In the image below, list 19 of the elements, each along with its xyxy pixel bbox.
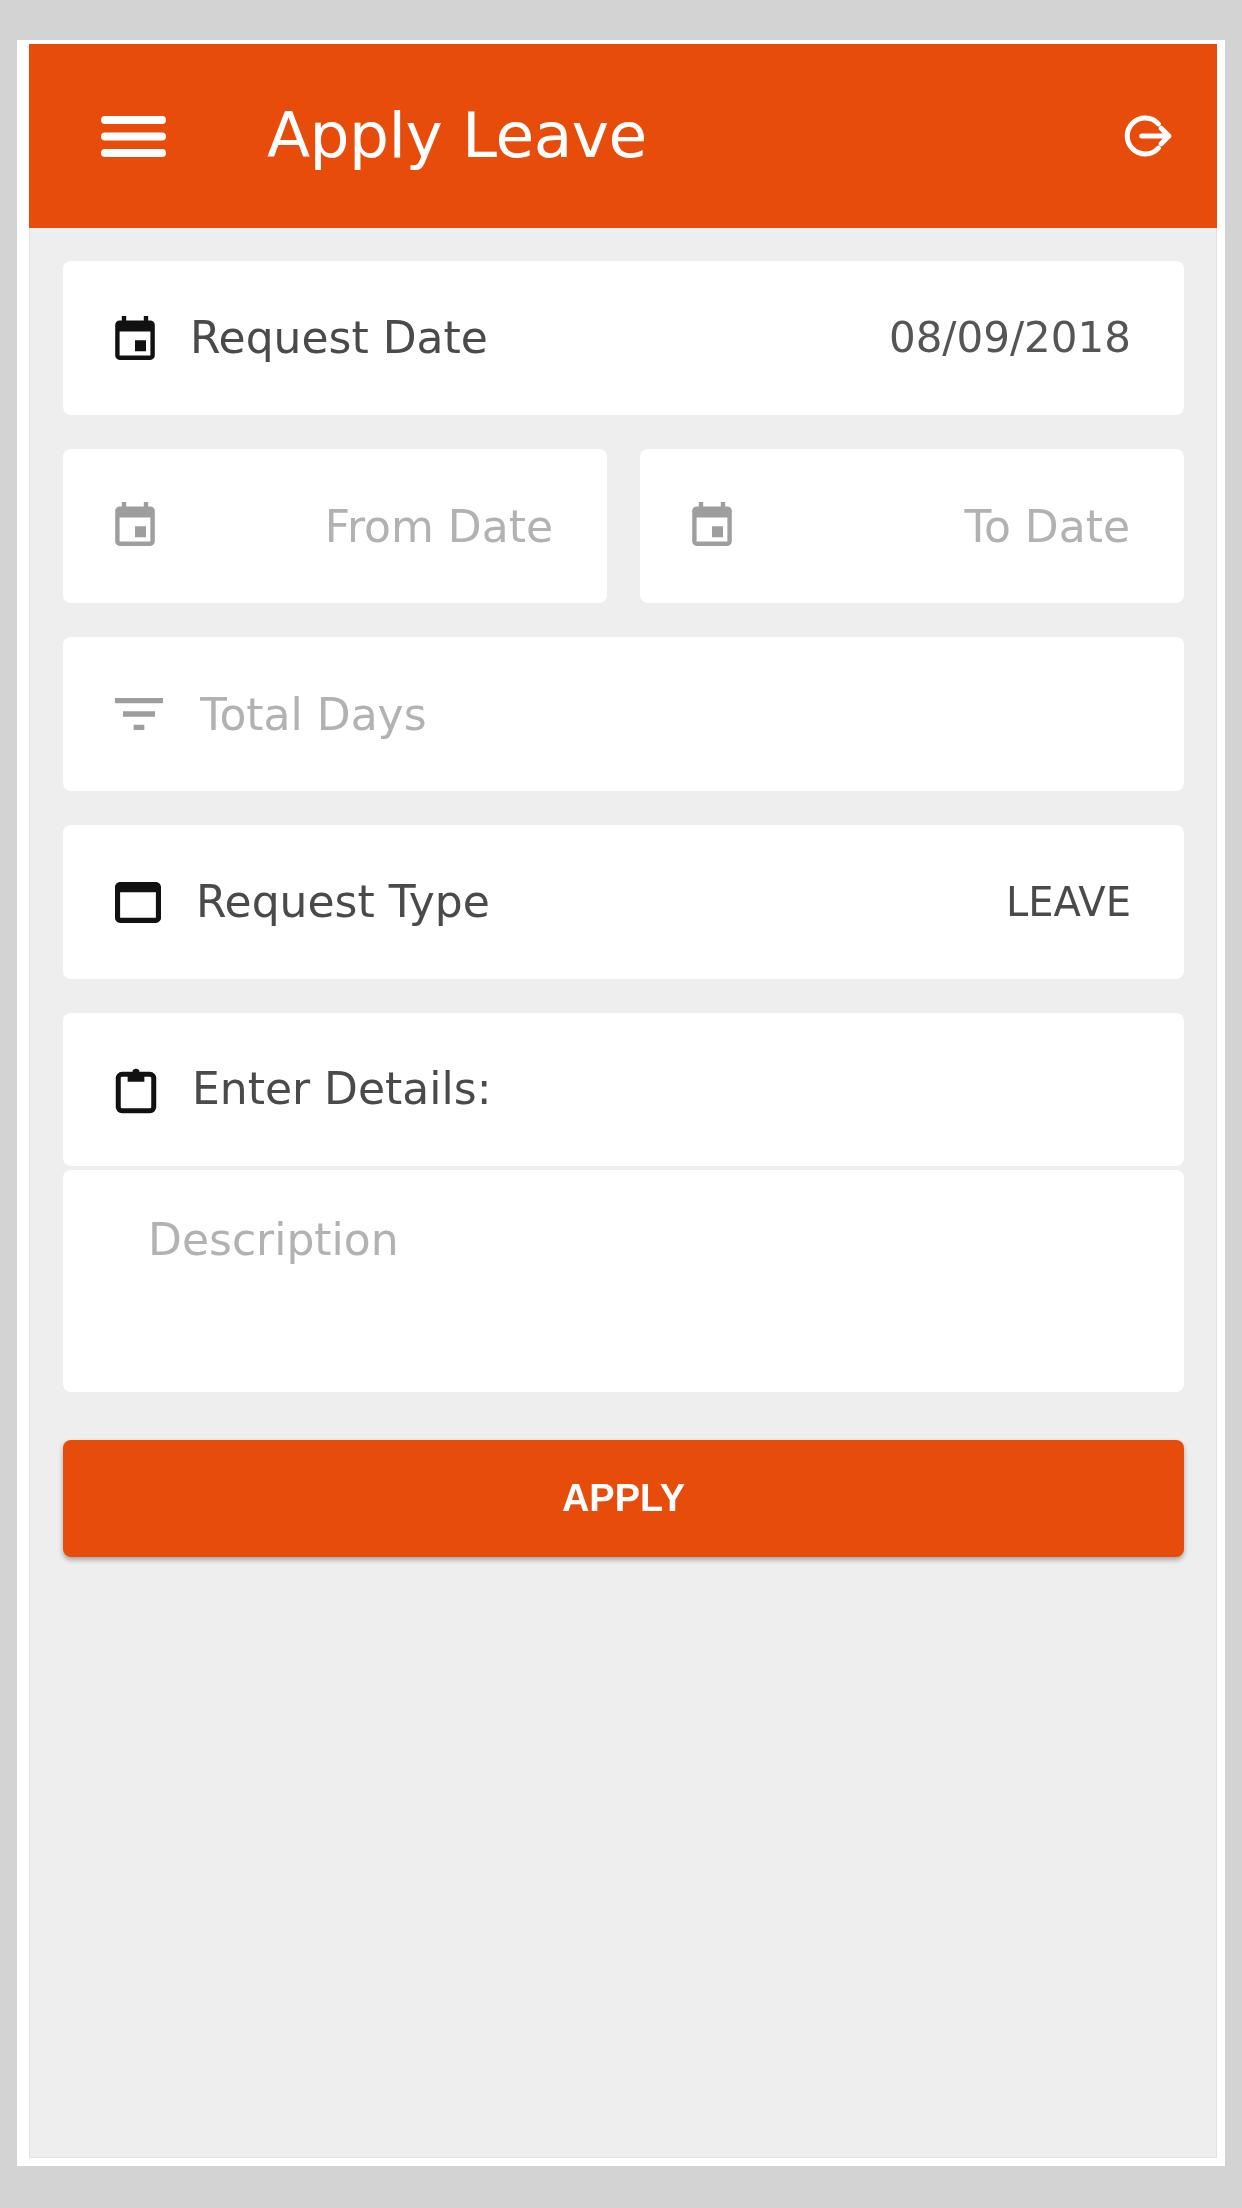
window-icon xyxy=(115,881,161,923)
description-field[interactable]: Description xyxy=(63,1170,1184,1392)
date-field[interactable]: From Date xyxy=(63,449,607,603)
request-date-label: Request Date xyxy=(190,311,488,365)
filter-icon xyxy=(115,698,163,730)
menu-icon[interactable] xyxy=(101,115,166,157)
calendar-icon xyxy=(115,316,155,360)
calendar-icon xyxy=(115,502,155,546)
calendar-icon xyxy=(692,502,732,546)
request-type-value: LEAVE xyxy=(1006,878,1131,926)
logout-icon[interactable] xyxy=(1124,115,1172,157)
date-field[interactable]: To Date xyxy=(640,449,1184,603)
apply-button[interactable]: APPLY xyxy=(63,1440,1184,1557)
total-days-field[interactable]: Total Days xyxy=(63,637,1184,791)
request-type-card[interactable]: Request Type LEAVE xyxy=(63,825,1184,979)
page-title: Apply Leave xyxy=(267,98,647,174)
request-date-value: 08/09/2018 xyxy=(888,312,1131,364)
details-label: Enter Details: xyxy=(192,1063,492,1116)
request-type-label: Request Type xyxy=(196,875,490,929)
